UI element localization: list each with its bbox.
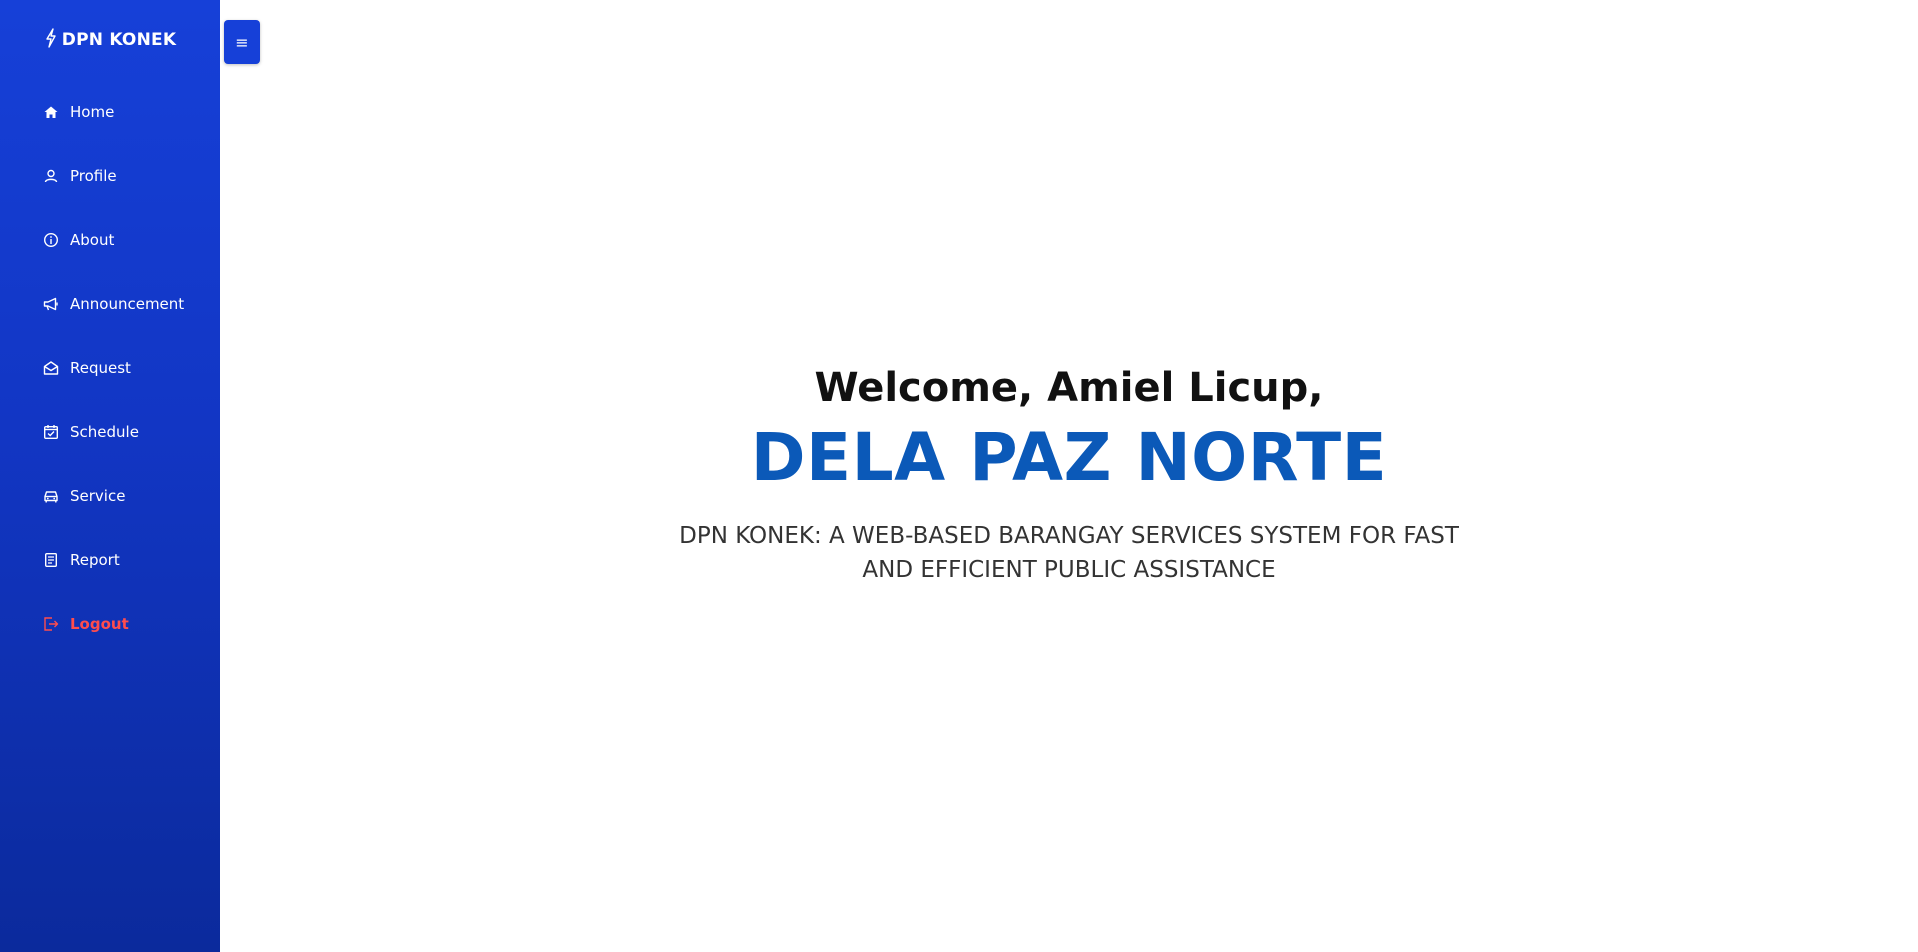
logout-icon [42,615,60,633]
info-icon [42,231,60,249]
sidebar-item-service[interactable]: Service [0,464,220,528]
calendar-check-icon [42,423,60,441]
barangay-title: DELA PAZ NORTE [750,419,1388,497]
home-icon [42,103,60,121]
car-icon [42,487,60,505]
welcome-heading: Welcome, Amiel Licup, [814,365,1324,412]
sidebar-item-label: About [70,231,115,249]
sidebar-nav: Home Profile About Announcement Request [0,80,220,656]
brand-name: DPN KONEK [61,30,177,50]
sidebar-item-label: Logout [70,615,129,633]
sidebar-item-logout[interactable]: Logout [0,592,220,656]
envelope-icon [42,359,60,377]
sidebar-item-announcement[interactable]: Announcement [0,272,220,336]
sidebar-item-label: Service [70,487,126,505]
sidebar-item-profile[interactable]: Profile [0,144,220,208]
megaphone-icon [42,295,60,313]
sidebar-item-label: Report [70,551,120,569]
user-icon [42,167,60,185]
sidebar: DPN KONEK Home Profile About Announcemen… [0,0,220,952]
bolt-icon [44,27,58,53]
sidebar-item-label: Schedule [70,423,139,441]
main-content: Welcome, Amiel Licup, DELA PAZ NORTE DPN… [220,0,1918,952]
sidebar-item-schedule[interactable]: Schedule [0,400,220,464]
sidebar-item-home[interactable]: Home [0,80,220,144]
sidebar-item-report[interactable]: Report [0,528,220,592]
system-tagline: DPN KONEK: A WEB-BASED BARANGAY SERVICES… [679,522,1459,584]
report-icon [42,551,60,569]
sidebar-item-about[interactable]: About [0,208,220,272]
brand[interactable]: DPN KONEK [0,0,220,80]
sidebar-item-label: Request [70,359,131,377]
sidebar-item-label: Home [70,103,115,121]
sidebar-item-label: Announcement [70,295,185,313]
sidebar-item-request[interactable]: Request [0,336,220,400]
sidebar-item-label: Profile [70,167,117,185]
